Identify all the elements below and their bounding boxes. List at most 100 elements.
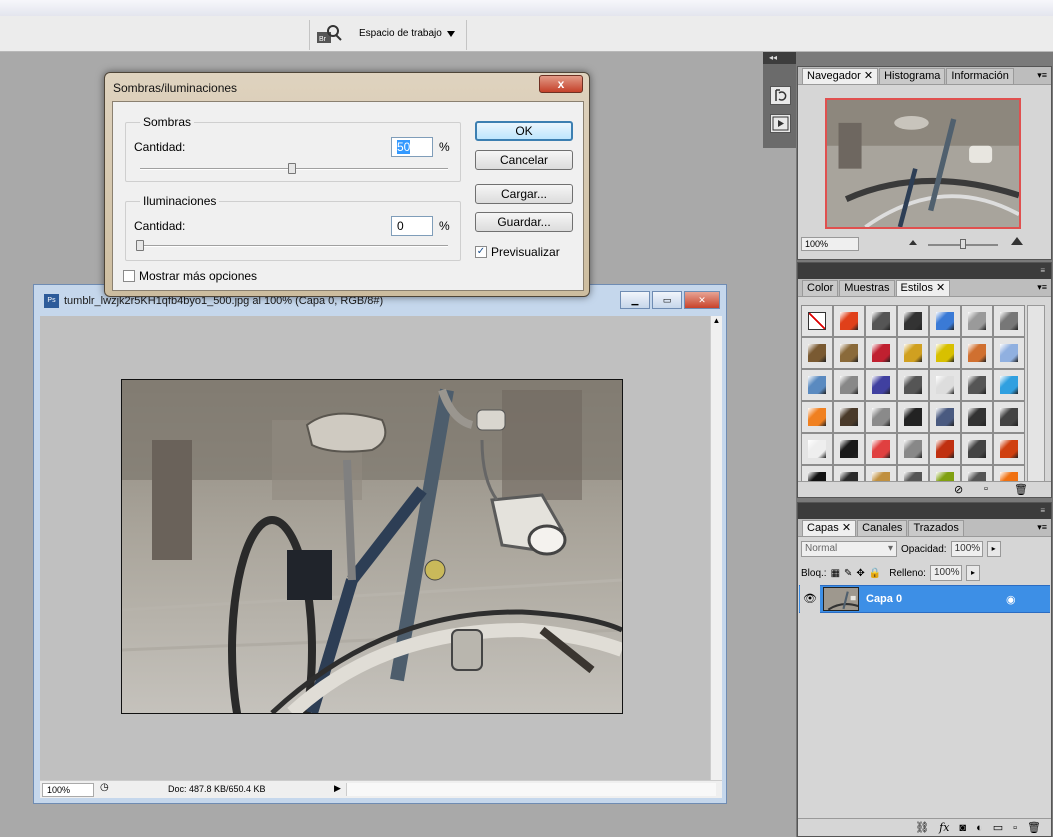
new-style-icon[interactable]: ▫ <box>984 483 988 495</box>
close-button[interactable]: ✕ <box>684 291 720 309</box>
cancel-button[interactable]: Cancelar <box>475 150 573 170</box>
style-swatch[interactable] <box>929 401 961 433</box>
lock-transparency-icon[interactable]: ▦ <box>831 568 840 579</box>
tab-color[interactable]: Color <box>802 280 839 296</box>
workspace-menu-button[interactable]: Espacio de trabajo <box>359 28 455 39</box>
tab-muestras[interactable]: Muestras <box>839 280 895 296</box>
fill-arrow-button[interactable]: ▸ <box>965 565 980 581</box>
style-swatch[interactable] <box>897 401 929 433</box>
style-swatch[interactable] <box>961 337 993 369</box>
style-swatch[interactable] <box>833 369 865 401</box>
clear-style-icon[interactable]: ⊘ <box>954 483 963 496</box>
bicycle-photo[interactable] <box>121 379 623 714</box>
preview-checkbox[interactable]: ✓ Previsualizar <box>475 245 560 259</box>
actions-panel-button[interactable] <box>770 114 791 133</box>
style-swatch[interactable] <box>865 337 897 369</box>
style-swatch[interactable] <box>801 401 833 433</box>
highlights-slider-thumb[interactable] <box>136 240 144 251</box>
style-swatch[interactable] <box>833 337 865 369</box>
styles-scrollbar[interactable] <box>1027 305 1045 497</box>
maximize-button[interactable]: ▭ <box>652 291 682 309</box>
style-swatch[interactable] <box>865 433 897 465</box>
mask-icon[interactable]: ◙ <box>959 822 966 834</box>
style-swatch[interactable] <box>993 369 1025 401</box>
eye-icon[interactable]: 👁 <box>800 585 820 613</box>
more-options-box[interactable] <box>123 270 135 282</box>
zoom-out-icon[interactable] <box>909 240 917 245</box>
tab-navegador[interactable]: Navegador ✕ <box>802 68 879 84</box>
lock-all-icon[interactable]: 🔒 <box>869 568 881 579</box>
tab-informacion[interactable]: Información <box>946 68 1014 84</box>
blend-mode-select[interactable]: Normal ▾ <box>801 541 897 557</box>
vertical-scrollbar[interactable]: ▲ <box>710 316 722 780</box>
style-swatch[interactable] <box>929 337 961 369</box>
trash-icon[interactable]: 🗑 <box>1014 483 1028 496</box>
new-layer-icon[interactable]: ▫ <box>1013 822 1017 834</box>
slider-knob[interactable] <box>960 239 966 249</box>
fill-field[interactable]: 100% <box>929 565 962 581</box>
navigator-zoom-slider[interactable] <box>928 239 998 249</box>
style-swatch[interactable] <box>833 305 865 337</box>
zoom-field[interactable]: 100% <box>42 783 94 797</box>
style-swatch[interactable] <box>897 337 929 369</box>
dock-header[interactable]: ◂◂ <box>763 52 796 64</box>
style-swatch[interactable] <box>801 433 833 465</box>
style-swatch[interactable] <box>833 433 865 465</box>
style-swatch[interactable] <box>929 369 961 401</box>
zoom-in-icon[interactable] <box>1011 237 1023 245</box>
more-options-checkbox[interactable]: Mostrar más opciones <box>123 269 257 283</box>
navigator-preview[interactable] <box>825 98 1021 229</box>
lock-image-icon[interactable]: ✎ <box>844 568 852 579</box>
style-swatch[interactable] <box>897 369 929 401</box>
style-swatch[interactable] <box>961 401 993 433</box>
panel-menu-icon[interactable]: ▾≡ <box>1037 522 1047 533</box>
style-swatch[interactable] <box>993 433 1025 465</box>
status-arrow-icon[interactable]: ▶ <box>334 783 341 794</box>
style-swatch[interactable] <box>993 305 1025 337</box>
style-swatch[interactable] <box>929 305 961 337</box>
minimize-button[interactable]: ▁ <box>620 291 650 309</box>
style-swatch[interactable] <box>833 401 865 433</box>
tab-estilos[interactable]: Estilos ✕ <box>895 280 951 296</box>
highlights-slider[interactable] <box>140 245 448 247</box>
opacity-arrow-button[interactable]: ▸ <box>986 541 1001 557</box>
panel-header[interactable]: ≡ <box>798 263 1051 279</box>
trash-icon[interactable]: 🗑 <box>1027 821 1041 834</box>
panel-menu-icon[interactable]: ▾≡ <box>1037 282 1047 293</box>
history-panel-button[interactable] <box>770 86 791 105</box>
style-swatch[interactable] <box>865 305 897 337</box>
navigator-zoom-field[interactable]: 100% <box>801 237 859 251</box>
tab-trazados[interactable]: Trazados <box>908 520 964 536</box>
opacity-field[interactable]: 100% <box>950 541 983 557</box>
panel-menu-icon[interactable]: ▾≡ <box>1037 70 1047 81</box>
style-swatch[interactable] <box>929 433 961 465</box>
preview-checkmark-icon[interactable]: ✓ <box>475 246 487 258</box>
style-swatch[interactable] <box>961 433 993 465</box>
shadows-slider-thumb[interactable] <box>288 163 296 174</box>
style-swatch[interactable] <box>897 433 929 465</box>
style-swatch[interactable] <box>865 369 897 401</box>
style-swatch[interactable] <box>801 369 833 401</box>
status-menu-icon[interactable]: ◷ <box>100 782 109 793</box>
layer-name[interactable]: Capa 0 <box>866 593 902 605</box>
highlights-amount-input[interactable]: 0 <box>391 216 433 236</box>
load-button[interactable]: Cargar... <box>475 184 573 204</box>
style-swatch[interactable] <box>801 305 833 337</box>
ok-button[interactable]: OK <box>475 121 573 141</box>
tab-canales[interactable]: Canales <box>857 520 908 536</box>
style-swatch[interactable] <box>897 305 929 337</box>
adjustment-icon[interactable]: ◐ <box>976 822 983 834</box>
lock-position-icon[interactable]: ✥ <box>856 568 864 579</box>
tab-capas[interactable]: Capas ✕ <box>802 520 857 536</box>
style-swatch[interactable] <box>993 401 1025 433</box>
link-icon[interactable]: ⛓ <box>915 821 929 834</box>
style-swatch[interactable] <box>961 305 993 337</box>
style-swatch[interactable] <box>865 401 897 433</box>
horizontal-scrollbar[interactable] <box>346 783 716 796</box>
layer-thumbnail[interactable] <box>823 587 859 611</box>
style-swatch[interactable] <box>993 337 1025 369</box>
panel-header[interactable]: ≡ <box>798 503 1051 519</box>
group-icon[interactable]: ▭ <box>993 821 1003 834</box>
save-button[interactable]: Guardar... <box>475 212 573 232</box>
style-swatch[interactable] <box>961 369 993 401</box>
